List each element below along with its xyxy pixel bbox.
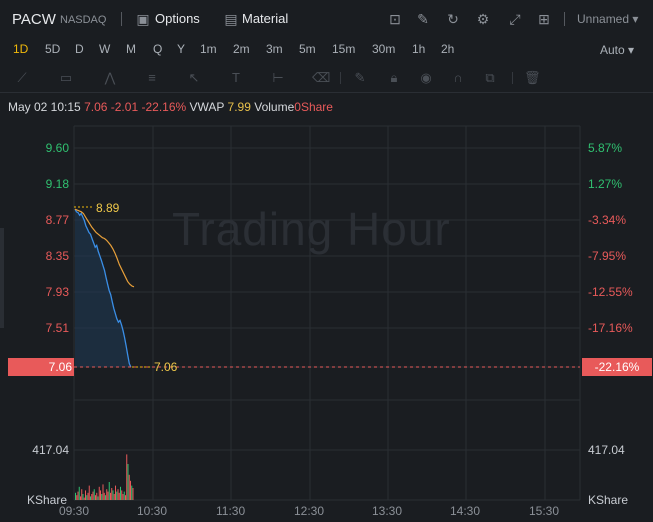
volume-bar	[75, 492, 76, 500]
volume-bar	[92, 491, 94, 500]
volume-bar	[115, 485, 116, 500]
volume-bar	[87, 492, 89, 500]
volume-bar	[107, 491, 109, 500]
price-tick: 9.60	[45, 141, 69, 155]
volume-bar	[91, 494, 93, 500]
volume-bar	[120, 486, 121, 500]
price-tick: 7.51	[45, 321, 69, 335]
volume-bar	[123, 491, 125, 500]
open-price-label: 8.89	[96, 201, 120, 215]
time-tick: 10:30	[137, 504, 168, 518]
volume-bar	[110, 492, 111, 500]
time-tick: 13:30	[372, 504, 403, 518]
price-tick: 8.77	[45, 213, 69, 227]
volume-bar	[90, 496, 91, 500]
time-tick: 14:30	[450, 504, 481, 518]
pct-tick: 5.87%	[588, 141, 623, 155]
volume-bar	[127, 464, 129, 500]
volume-bar	[130, 480, 131, 500]
volume-bar	[112, 490, 114, 500]
volume-bar	[96, 492, 98, 500]
volume-bar	[76, 495, 78, 500]
volume-bar	[122, 494, 124, 500]
current-pct-tag: -22.16%	[582, 358, 652, 376]
volume-bar	[100, 490, 101, 500]
current-price-tag: 7.06	[8, 358, 74, 376]
watermark: Trading Hour	[172, 203, 451, 255]
volume-bar	[106, 489, 108, 500]
volume-bar	[116, 491, 118, 500]
price-tick: 8.35	[45, 249, 69, 263]
volume-unit-right: KShare	[588, 493, 629, 507]
time-tick: 15:30	[529, 504, 560, 518]
last-price-label: 7.06	[154, 360, 178, 374]
pct-tick: -12.55%	[588, 285, 633, 299]
price-area	[75, 209, 131, 367]
pct-tick: -7.95%	[588, 249, 627, 263]
volume-bar	[108, 482, 110, 500]
pct-tick: 1.27%	[588, 177, 623, 191]
time-tick: 11:30	[216, 504, 246, 518]
volume-bar	[82, 494, 84, 500]
volume-bar	[85, 490, 86, 500]
volume-bar	[78, 486, 80, 500]
volume-bar	[83, 497, 85, 500]
volume-bar	[125, 495, 126, 500]
volume-bar	[101, 494, 103, 500]
volume-bar	[102, 484, 104, 500]
time-tick: 09:30	[59, 504, 90, 518]
volume-bar	[86, 495, 88, 500]
volume-bar	[93, 489, 95, 500]
volume-tick-right: 417.04	[588, 443, 625, 457]
volume-bar	[113, 494, 115, 500]
volume-bar	[95, 495, 96, 500]
price-tick: 7.93	[45, 285, 69, 299]
volume-bar	[117, 489, 119, 500]
pct-tick: -3.34%	[588, 213, 627, 227]
volume-bar	[128, 474, 130, 500]
volume-bar	[111, 488, 113, 500]
volume-bar	[132, 488, 134, 500]
intraday-chart[interactable]	[0, 0, 653, 522]
volume-bar	[80, 496, 81, 500]
volume-bar	[121, 490, 123, 500]
volume-bar	[97, 496, 99, 500]
volume-bar	[103, 492, 105, 500]
volume-bar	[118, 492, 120, 500]
pct-tick: -17.16%	[588, 321, 633, 335]
volume-bar	[88, 485, 90, 500]
price-tick: 9.18	[45, 177, 69, 191]
volume-bar	[77, 491, 79, 500]
volume-tick-left: 417.04	[32, 443, 69, 457]
volume-bar	[81, 489, 83, 500]
volume-bar	[105, 495, 106, 500]
volume-bar	[131, 485, 133, 500]
volume-bar	[98, 486, 100, 500]
volume-bar	[126, 454, 128, 500]
time-tick: 12:30	[294, 504, 325, 518]
